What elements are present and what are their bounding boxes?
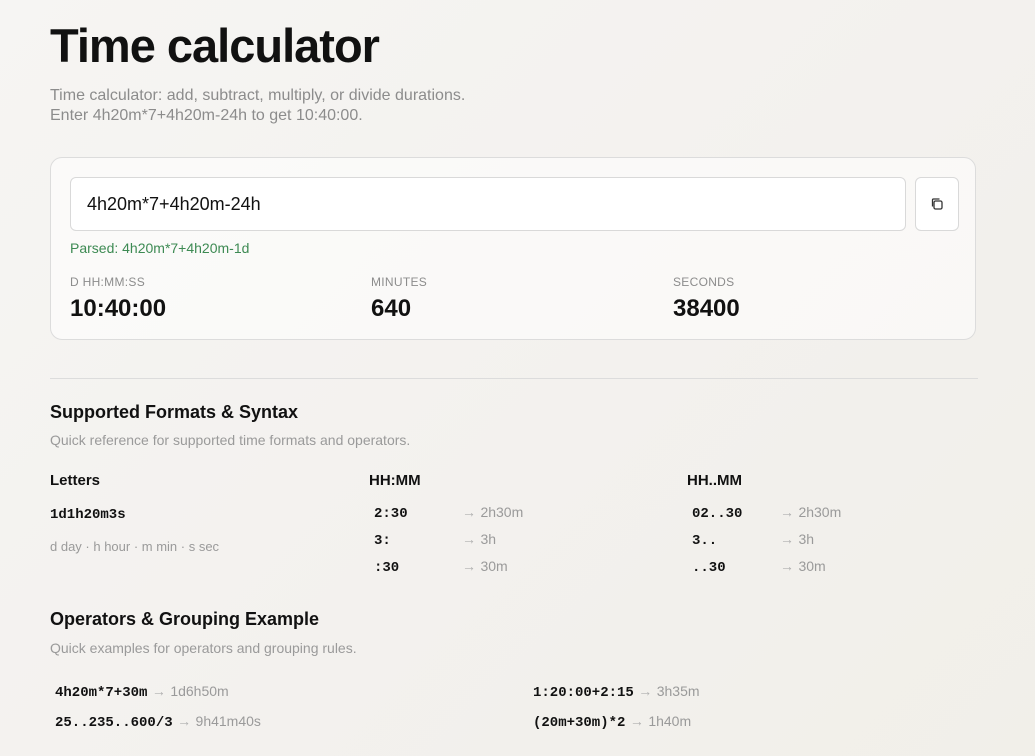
- format-result: 30m: [480, 558, 508, 574]
- format-result: 2h30m: [798, 504, 842, 520]
- section-divider: [50, 378, 978, 379]
- result-value[interactable]: 10:40:00: [70, 295, 166, 323]
- subtitle-line-2: Enter 4h20m*7+4h20m-24h to get 10:40:00.: [50, 107, 363, 124]
- arrow-icon: →: [780, 558, 794, 574]
- format-hhmm-title: HH:MM: [369, 472, 421, 489]
- operator-result: 1h40m: [648, 713, 692, 729]
- format-hhdotmm-row: 02..30 → 2h30m: [692, 504, 841, 522]
- result-value[interactable]: 640: [371, 295, 427, 323]
- arrow-icon: →: [629, 713, 644, 729]
- operator-result: 3h35m: [656, 683, 700, 699]
- operators-section-description: Quick examples for operators and groupin…: [50, 640, 357, 656]
- result-label: D HH:MM:SS: [70, 275, 145, 289]
- format-letters: Letters: [50, 472, 100, 489]
- arrow-icon: →: [462, 558, 476, 574]
- copy-icon: [931, 198, 943, 210]
- format-result: 3h: [798, 531, 815, 547]
- formats-section-description: Quick reference for supported time forma…: [50, 432, 411, 448]
- result-minutes: MINUTES 640: [371, 275, 427, 323]
- arrow-icon: →: [177, 713, 192, 729]
- parsed-expression: Parsed: 4h20m*7+4h20m-1d: [70, 240, 250, 256]
- format-result: 30m: [798, 558, 826, 574]
- arrow-icon: →: [462, 504, 476, 520]
- operators-section-title: Operators & Grouping Example: [50, 609, 320, 629]
- page-subtitle: Time calculator: add, subtract, multiply…: [50, 86, 465, 126]
- format-hhmm-row: :30 → 30m: [374, 558, 508, 576]
- calculator-card: Parsed: 4h20m*7+4h20m-1d D HH:MM:SS 10:4…: [50, 157, 976, 340]
- copy-button[interactable]: [915, 177, 959, 231]
- format-hhdotmm-row: ..30 → 30m: [692, 558, 826, 576]
- arrow-icon: →: [780, 531, 794, 547]
- format-hhmm-row: 3: → 3h: [374, 531, 496, 549]
- operator-input: 1:20:00+2:15: [533, 685, 634, 701]
- format-letters-legend: d day · h hour · m min · s sec: [50, 539, 220, 554]
- format-input: ..30: [692, 560, 726, 576]
- format-input: 3..: [692, 533, 718, 549]
- arrow-icon: →: [780, 504, 794, 520]
- result-dhms: D HH:MM:SS 10:40:00: [70, 275, 166, 323]
- operator-input: 25..235..600/3: [55, 715, 173, 731]
- arrow-icon: →: [151, 683, 166, 699]
- subtitle-line-1: Time calculator: add, subtract, multiply…: [50, 87, 466, 104]
- result-label: MINUTES: [371, 275, 428, 289]
- format-hhdotmm: HH..MM: [687, 472, 742, 489]
- result-label: SECONDS: [673, 275, 735, 289]
- format-hhdotmm-row: 3.. → 3h: [692, 531, 814, 549]
- format-result: 3h: [480, 531, 497, 547]
- operator-input: 4h20m*7+30m: [55, 685, 148, 701]
- operator-input: (20m+30m)*2: [533, 715, 626, 731]
- format-input: 02..30: [692, 506, 743, 522]
- format-hhmm: HH:MM: [369, 472, 421, 489]
- expression-input[interactable]: [70, 177, 906, 231]
- operator-result: 9h41m40s: [195, 713, 261, 729]
- operator-example: 1:20:00+2:15 → 3h35m: [533, 683, 700, 701]
- operator-example: 4h20m*7+30m → 1d6h50m: [55, 683, 229, 701]
- format-hhdotmm-title: HH..MM: [687, 472, 742, 489]
- operator-example: (20m+30m)*2 → 1h40m: [533, 713, 691, 731]
- operator-example: 25..235..600/3 → 9h41m40s: [55, 713, 261, 731]
- page-title: Time calculator: [50, 19, 380, 72]
- arrow-icon: →: [462, 531, 476, 547]
- arrow-icon: →: [638, 683, 653, 699]
- format-hhmm-row: 2:30 → 2h30m: [374, 504, 523, 522]
- format-input: :30: [374, 560, 400, 576]
- format-letters-title: Letters: [50, 472, 101, 489]
- operator-result: 1d6h50m: [170, 683, 229, 699]
- result-value[interactable]: 38400: [673, 295, 740, 323]
- formats-section-title: Supported Formats & Syntax: [50, 402, 299, 422]
- format-letters-example: 1d1h20m3s: [50, 507, 126, 523]
- format-input: 2:30: [374, 506, 408, 522]
- result-seconds: SECONDS 38400: [673, 275, 740, 323]
- format-result: 2h30m: [480, 504, 524, 520]
- format-input: 3:: [374, 533, 391, 549]
